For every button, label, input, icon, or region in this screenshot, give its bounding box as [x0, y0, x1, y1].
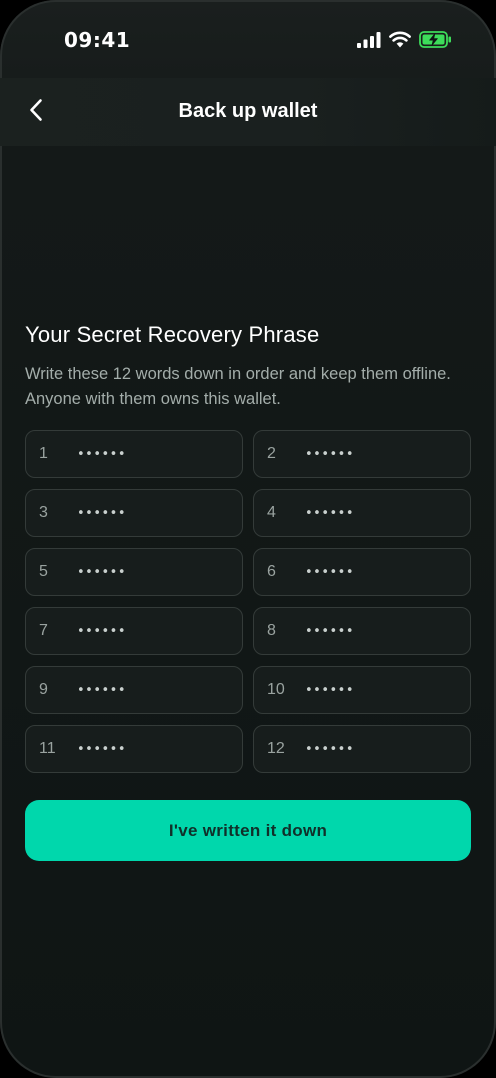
word-slot-6[interactable]: 6 ••••••	[253, 548, 471, 596]
word-slot-8[interactable]: 8 ••••••	[253, 607, 471, 655]
word-slot-2[interactable]: 2 ••••••	[253, 430, 471, 478]
recovery-intro: Your Secret Recovery Phrase Write these …	[25, 322, 471, 412]
word-hidden-value: ••••••	[77, 682, 127, 698]
page-title: Back up wallet	[178, 100, 318, 122]
word-number: 3	[39, 504, 48, 521]
status-icons	[357, 31, 452, 48]
word-hidden-value: ••••••	[305, 741, 355, 757]
word-hidden-value: ••••••	[305, 505, 355, 521]
word-slot-4[interactable]: 4 ••••••	[253, 489, 471, 537]
word-hidden-value: ••••••	[305, 564, 355, 580]
battery-charging-icon	[419, 31, 452, 48]
word-hidden-value: ••••••	[77, 564, 127, 580]
status-time: 09:41	[64, 28, 131, 52]
word-hidden-value: ••••••	[305, 623, 355, 639]
word-hidden-value: ••••••	[305, 446, 355, 462]
word-slot-7[interactable]: 7 ••••••	[25, 607, 243, 655]
word-number: 11	[39, 740, 56, 757]
confirm-written-button[interactable]: I've written it down	[25, 800, 471, 861]
word-slot-1[interactable]: 1 ••••••	[25, 430, 243, 478]
word-hidden-value: ••••••	[77, 505, 127, 521]
word-number: 12	[267, 740, 285, 757]
word-number: 7	[39, 622, 48, 639]
word-hidden-value: ••••••	[77, 446, 127, 462]
word-number: 10	[267, 681, 285, 698]
word-slot-11[interactable]: 11 ••••••	[25, 725, 243, 773]
word-number: 4	[267, 504, 276, 521]
status-bar: 09:41	[0, 0, 496, 78]
word-number: 1	[39, 445, 48, 462]
word-number: 9	[39, 681, 48, 698]
section-title: Your Secret Recovery Phrase	[25, 322, 320, 347]
word-number: 8	[267, 622, 276, 639]
word-slot-10[interactable]: 10 ••••••	[253, 666, 471, 714]
word-slot-5[interactable]: 5 ••••••	[25, 548, 243, 596]
word-slot-12[interactable]: 12 ••••••	[253, 725, 471, 773]
phone-screen: 09:41 Back up wallet Your Secret Recover…	[0, 0, 496, 1078]
word-slot-9[interactable]: 9 ••••••	[25, 666, 243, 714]
wifi-icon	[389, 31, 411, 48]
word-number: 5	[39, 563, 48, 580]
word-number: 6	[267, 563, 276, 580]
word-hidden-value: ••••••	[305, 682, 355, 698]
signal-icon	[357, 31, 381, 48]
section-description: Write these 12 words down in order and k…	[25, 365, 451, 408]
word-number: 2	[267, 445, 276, 462]
word-hidden-value: ••••••	[77, 741, 127, 757]
word-hidden-value: ••••••	[77, 623, 127, 639]
recovery-word-grid: 1 •••••• 2 •••••• 3 •••••• 4 •••••• 5 ••…	[25, 430, 471, 773]
word-slot-3[interactable]: 3 ••••••	[25, 489, 243, 537]
nav-header: Back up wallet	[0, 78, 496, 146]
